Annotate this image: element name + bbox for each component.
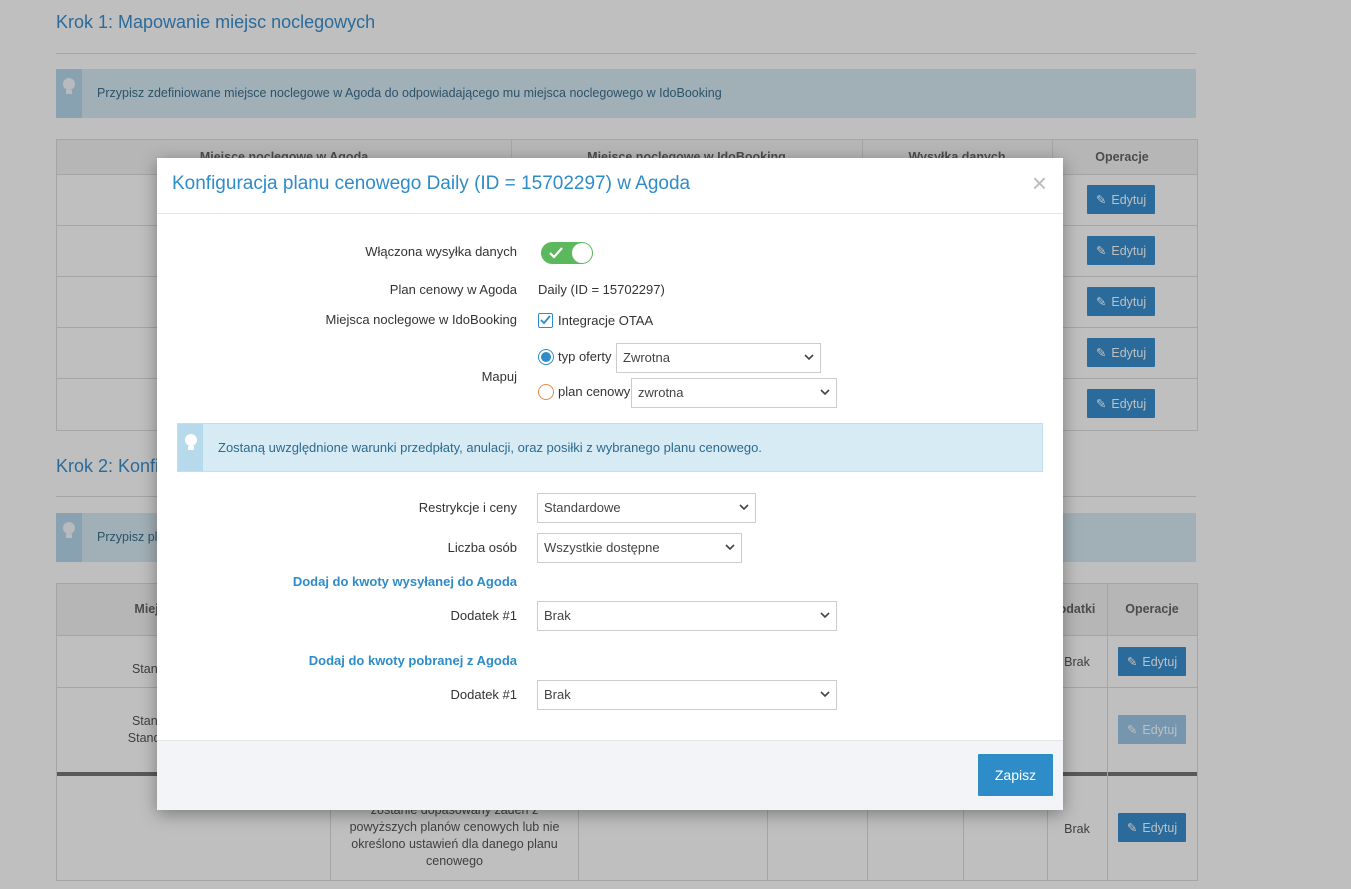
lightbulb-icon (178, 424, 203, 471)
chevron-down-icon (820, 612, 830, 619)
addon-sent-select[interactable]: Brak (537, 601, 837, 631)
modal-header: Konfiguracja planu cenowego Daily (ID = … (157, 158, 1063, 214)
check-icon (549, 247, 563, 259)
radio-plan-label: plan cenowy (558, 384, 631, 399)
addon-received-select[interactable]: Brak (537, 680, 837, 710)
addon-received-label: Dodatek #1 (450, 687, 518, 702)
persons-select[interactable]: Wszystkie dostępne (537, 533, 742, 563)
section-sent-heading: Dodaj do kwoty wysyłanej do Agoda (292, 574, 517, 589)
price-plan-config-modal: Konfiguracja planu cenowego Daily (ID = … (157, 158, 1063, 810)
offer-type-select[interactable]: Zwrotna (616, 343, 821, 373)
modal-footer: Zapisz (157, 740, 1063, 810)
chevron-down-icon (820, 691, 830, 698)
places-checkbox[interactable] (538, 313, 553, 328)
restrictions-label: Restrykcje i ceny (418, 500, 517, 515)
radio-price-plan[interactable] (538, 384, 554, 400)
chevron-down-icon (804, 354, 814, 361)
info-text: Zostaną uwzględnione warunki przedpłaty,… (218, 440, 762, 455)
modal-info-bar: Zostaną uwzględnione warunki przedpłaty,… (177, 423, 1043, 472)
persons-label: Liczba osób (447, 540, 517, 555)
check-icon (540, 315, 551, 325)
toggle-knob (572, 243, 592, 263)
chevron-down-icon (820, 389, 830, 396)
radio-offer-label: typ oferty (558, 349, 612, 364)
modal-title: Konfiguracja planu cenowego Daily (ID = … (172, 173, 691, 194)
map-label: Mapuj (481, 369, 517, 384)
plan-value: Daily (ID = 15702297) (538, 282, 665, 297)
plan-label: Plan cenowy w Agoda (389, 282, 517, 297)
chevron-down-icon (739, 504, 749, 511)
section-received-heading: Dodaj do kwoty pobranej z Agoda (308, 653, 517, 668)
radio-offer-type[interactable] (538, 349, 554, 365)
addon-sent-label: Dodatek #1 (450, 608, 518, 623)
places-value: Integracje OTAA (558, 313, 654, 328)
data-sending-toggle[interactable] (541, 242, 593, 264)
price-plan-select[interactable]: zwrotna (631, 378, 837, 408)
chevron-down-icon (725, 544, 735, 551)
close-icon[interactable]: × (1032, 170, 1047, 196)
restrictions-select[interactable]: Standardowe (537, 493, 756, 523)
enabled-label: Włączona wysyłka danych (365, 244, 517, 259)
save-button[interactable]: Zapisz (978, 754, 1053, 796)
places-label: Miejsca noclegowe w IdoBooking (325, 312, 518, 327)
